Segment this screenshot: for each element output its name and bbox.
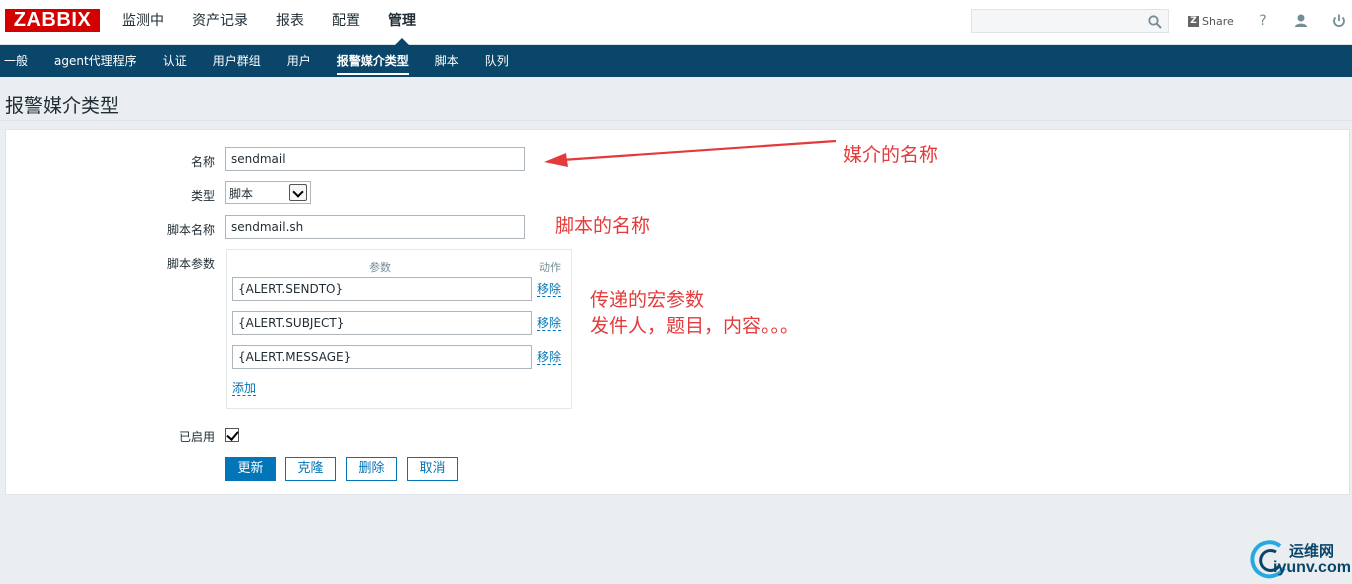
zabbix-logo[interactable]: ZABBIX [5, 9, 100, 32]
params-header-action: 动作 [539, 261, 561, 274]
sub-menu-queue[interactable]: 队列 [472, 45, 522, 77]
enabled-label: 已启用 [178, 430, 215, 444]
script-name-input[interactable]: sendmail.sh [225, 215, 525, 239]
param-input-subject[interactable]: {ALERT.SUBJECT} [232, 311, 532, 335]
enabled-checkbox[interactable] [225, 428, 239, 442]
name-label: 名称 [190, 155, 215, 169]
update-button[interactable]: 更新 [225, 457, 276, 481]
sign-out-icon[interactable] [1330, 12, 1348, 30]
watermark-line1: 运维网 [1289, 542, 1335, 560]
title-divider [0, 120, 1352, 121]
sub-menu: 一般 agent代理程序 认证 用户群组 用户 报警媒介类型 脚本 队列 [0, 45, 1352, 77]
annotation-macro-line2: 发件人，题目，内容。。。 [590, 315, 800, 337]
main-menu-administration[interactable]: 管理 [374, 0, 430, 45]
annotation-macro-line1: 传递的宏参数 [590, 289, 705, 311]
cancel-button[interactable]: 取消 [407, 457, 458, 481]
top-header: ZABBIX 监测中 资产记录 报表 配置 管理 Z Share ? [0, 0, 1352, 45]
watermark: 运维网 iyunv.com [1246, 536, 1351, 582]
type-select[interactable]: 脚本 [225, 181, 311, 204]
type-label: 类型 [190, 189, 215, 203]
type-select-value: 脚本 [229, 187, 254, 201]
sub-menu-authentication[interactable]: 认证 [150, 45, 200, 77]
sub-menu-proxies[interactable]: agent代理程序 [41, 45, 150, 77]
search-icon[interactable] [1148, 15, 1162, 29]
clone-button[interactable]: 克隆 [285, 457, 336, 481]
main-menu-configuration[interactable]: 配置 [318, 0, 374, 45]
param-remove-link[interactable]: 移除 [537, 350, 562, 365]
main-menu: 监测中 资产记录 报表 配置 管理 [108, 0, 430, 45]
main-menu-reports[interactable]: 报表 [262, 0, 318, 45]
param-remove-link[interactable]: 移除 [537, 282, 562, 297]
sub-menu-media-types[interactable]: 报警媒介类型 [324, 45, 422, 77]
help-icon[interactable]: ? [1254, 12, 1272, 30]
param-add-link[interactable]: 添加 [232, 381, 257, 396]
annotation-script-name: 脚本的名称 [555, 215, 651, 237]
delete-button[interactable]: 删除 [346, 457, 397, 481]
annotation-arrow [544, 139, 837, 167]
watermark-line2: iyunv.com [1273, 559, 1351, 576]
param-input-message[interactable]: {ALERT.MESSAGE} [232, 345, 532, 369]
param-input-sendto[interactable]: {ALERT.SENDTO} [232, 277, 532, 301]
main-menu-inventory[interactable]: 资产记录 [178, 0, 262, 45]
annotation-media-name: 媒介的名称 [843, 144, 939, 166]
param-remove-link[interactable]: 移除 [537, 316, 562, 331]
share-label: Share [1202, 14, 1234, 28]
script-name-label: 脚本名称 [166, 223, 215, 237]
sub-menu-scripts[interactable]: 脚本 [422, 45, 472, 77]
share-icon: Z [1188, 15, 1199, 27]
chevron-down-icon [289, 184, 307, 201]
name-input[interactable]: sendmail [225, 147, 525, 171]
user-profile-icon[interactable] [1292, 12, 1310, 30]
params-header-param: 参数 [369, 261, 391, 274]
sub-menu-general[interactable]: 一般 [0, 45, 41, 77]
sub-menu-user-groups[interactable]: 用户群组 [200, 45, 274, 77]
script-params-label: 脚本参数 [166, 257, 215, 271]
page-title: 报警媒介类型 [5, 95, 120, 117]
search-input[interactable] [971, 9, 1169, 33]
main-menu-monitoring[interactable]: 监测中 [108, 0, 178, 45]
script-params-table: 参数 动作 {ALERT.SENDTO} 移除 {ALERT.SUBJECT} … [226, 249, 572, 409]
sub-menu-users[interactable]: 用户 [274, 45, 324, 77]
share-button[interactable]: Z Share [1188, 12, 1234, 30]
